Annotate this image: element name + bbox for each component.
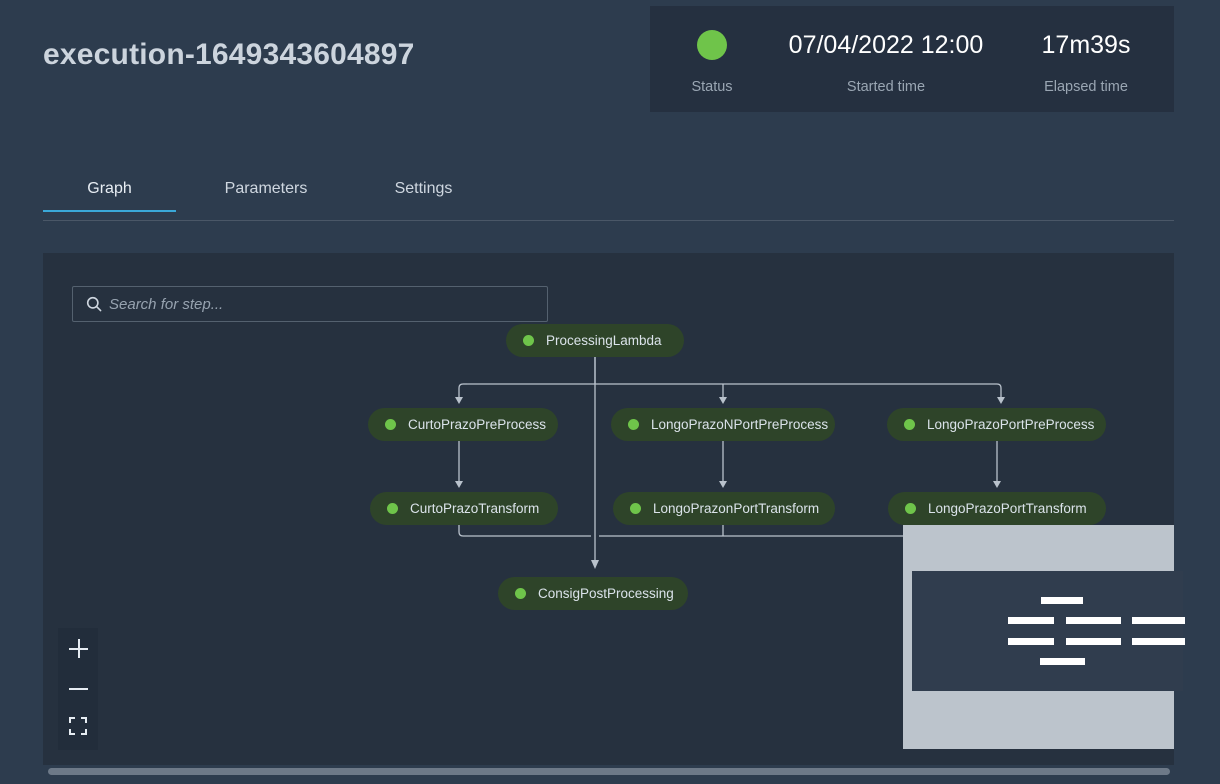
node-status-dot-icon [905, 503, 916, 514]
node-status-dot-icon [630, 503, 641, 514]
status-dot-green-icon [697, 30, 727, 60]
started-time-value: 07/04/2022 12:00 [788, 30, 984, 59]
graph-node-longo-prazo-port-transform[interactable]: LongoPrazoPortTransform [888, 492, 1106, 525]
zoom-in-button[interactable] [58, 628, 98, 668]
graph-node-longo-prazo-port-preprocess[interactable]: LongoPrazoPortPreProcess [887, 408, 1106, 441]
graph-node-curto-prazo-preprocess[interactable]: CurtoPrazoPreProcess [368, 408, 558, 441]
node-status-dot-icon [628, 419, 639, 430]
tab-settings[interactable]: Settings [356, 180, 491, 212]
horizontal-scrollbar[interactable] [48, 768, 1170, 775]
minimap-node [1008, 638, 1054, 645]
node-status-dot-icon [387, 503, 398, 514]
node-status-dot-icon [523, 335, 534, 346]
minimap-node [1008, 617, 1054, 624]
minimap-node [1066, 617, 1121, 624]
graph-node-curto-prazo-transform[interactable]: CurtoPrazoTransform [370, 492, 558, 525]
execution-status-panel: Status 07/04/2022 12:00 Started time 17m… [650, 6, 1174, 112]
graph-node-longo-prazo-nport-preprocess[interactable]: LongoPrazoNPortPreProcess [611, 408, 835, 441]
tab-bar: Graph Parameters Settings [43, 180, 1174, 221]
status-cell-status: Status [650, 6, 774, 112]
elapsed-time-label: Elapsed time [1044, 79, 1128, 95]
elapsed-time-value: 17m39s [1041, 30, 1131, 59]
status-cell-started-time: 07/04/2022 12:00 Started time [774, 6, 998, 112]
status-label: Status [691, 79, 733, 95]
minimap-node [1132, 617, 1185, 624]
graph-minimap[interactable] [903, 525, 1185, 749]
tab-graph[interactable]: Graph [43, 180, 176, 212]
graph-node-label: CurtoPrazoTransform [410, 501, 540, 516]
minus-icon [68, 679, 88, 698]
started-time-label: Started time [846, 79, 926, 95]
zoom-out-button[interactable] [58, 668, 98, 708]
minimap-node [1040, 658, 1085, 665]
graph-node-label: ProcessingLambda [546, 333, 662, 348]
minimap-node [1041, 597, 1083, 604]
plus-icon [68, 638, 88, 658]
node-status-dot-icon [904, 419, 915, 430]
status-cell-elapsed-time: 17m39s Elapsed time [998, 6, 1174, 112]
graph-node-label: LongoPrazonPortTransform [653, 501, 820, 516]
node-status-dot-icon [515, 588, 526, 599]
graph-node-label: ConsigPostProcessing [538, 586, 674, 601]
graph-node-label: LongoPrazoNPortPreProcess [651, 417, 829, 432]
graph-node-label: LongoPrazoPortPreProcess [927, 417, 1095, 432]
tab-parameters[interactable]: Parameters [176, 180, 356, 212]
graph-node-processing-lambda[interactable]: ProcessingLambda [506, 324, 684, 357]
zoom-fit-button[interactable] [58, 708, 98, 748]
node-status-dot-icon [385, 419, 396, 430]
fit-screen-icon [68, 716, 88, 741]
graph-node-label: CurtoPrazoPreProcess [408, 417, 547, 432]
graph-node-label: LongoPrazoPortTransform [928, 501, 1087, 516]
status-value [697, 23, 727, 67]
minimap-viewport[interactable] [912, 571, 1185, 691]
minimap-node [1066, 638, 1121, 645]
graph-node-consig-post-processing[interactable]: ConsigPostProcessing [498, 577, 688, 610]
zoom-controls [58, 628, 98, 750]
page-title: execution-1649343604897 [43, 38, 415, 71]
graph-node-longo-prazon-port-transform[interactable]: LongoPrazonPortTransform [613, 492, 835, 525]
minimap-node [1132, 638, 1185, 645]
